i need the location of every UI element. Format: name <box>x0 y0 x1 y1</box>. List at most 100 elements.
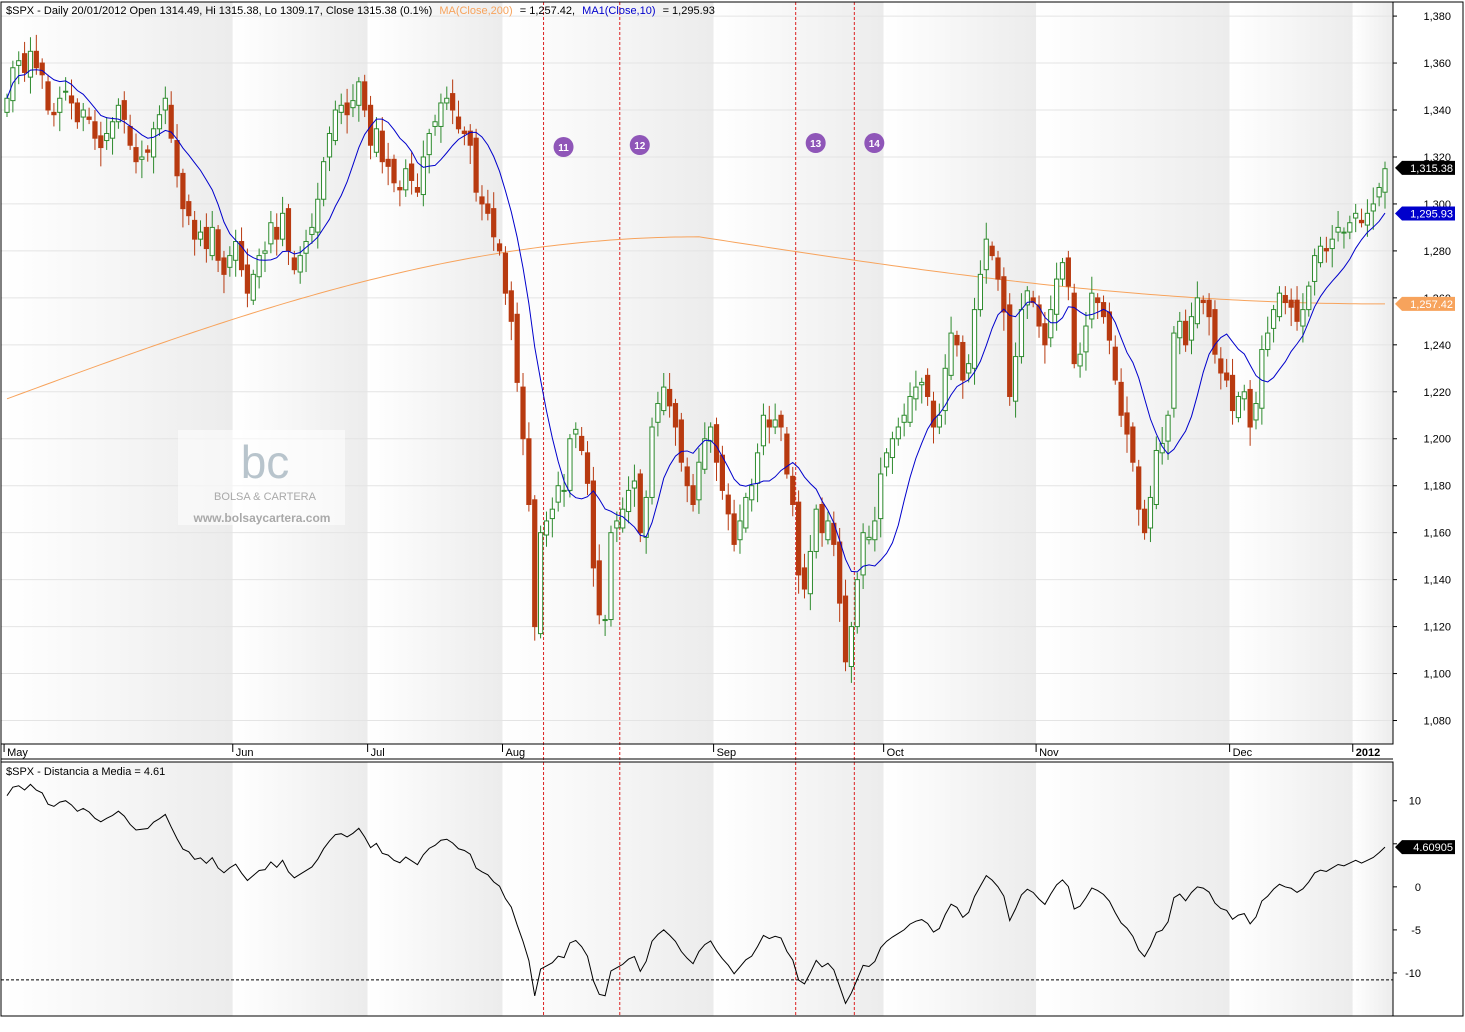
candle-body <box>391 158 397 184</box>
price-tick-label: 1,120 <box>1423 622 1451 634</box>
candle-body <box>197 231 204 240</box>
candle-body <box>1253 403 1259 421</box>
candle-body <box>133 147 139 163</box>
month-band <box>1229 762 1353 1016</box>
candle-body <box>39 62 45 76</box>
candle-body <box>895 426 901 440</box>
candle-body <box>473 137 479 193</box>
candle-body <box>907 395 913 423</box>
candle-body <box>848 626 855 668</box>
candle-body <box>567 438 573 491</box>
main-header: $SPX - Daily 20/01/2012 Open 1314.49, Hi… <box>6 5 715 17</box>
candle-body <box>930 400 937 428</box>
candle-body <box>233 241 239 261</box>
candle-body <box>1171 332 1177 409</box>
candle-body <box>1347 222 1353 233</box>
candle-body <box>1048 309 1054 339</box>
osc-tick-label: -10 <box>1405 968 1421 980</box>
candle-body <box>1224 372 1230 381</box>
candle-body <box>1077 353 1083 367</box>
price-tick-label: 1,140 <box>1423 575 1451 587</box>
candle-body <box>901 414 907 423</box>
candle-body <box>889 438 896 459</box>
candle-body <box>532 499 538 628</box>
candle-body <box>403 168 409 191</box>
candle-body <box>678 419 684 463</box>
candle-body <box>573 428 579 435</box>
date-tick-label: May <box>7 747 28 759</box>
candle-body <box>1376 187 1382 198</box>
watermark-mark: bc <box>241 436 290 488</box>
candle-body <box>1194 297 1200 325</box>
watermark-brand: BOLSA & CARTERA <box>214 491 317 503</box>
candle-body <box>1335 226 1341 233</box>
candle-body <box>262 250 268 254</box>
date-tick-label: Aug <box>505 747 525 759</box>
candle-body <box>520 386 526 440</box>
candle-body <box>309 226 315 235</box>
date-axis: May Jun Jul Aug Sep Oct Nov Dec 2012 <box>1 744 1393 760</box>
candle-body <box>203 226 209 250</box>
candle-body <box>878 473 884 520</box>
candle-body <box>690 485 696 505</box>
month-band <box>1352 2 1393 744</box>
candle-body <box>1106 311 1113 341</box>
month-band <box>1036 2 1230 744</box>
candle-body <box>1112 346 1118 381</box>
month-band <box>4 762 233 1016</box>
header-ma10-value: = 1,295.93 <box>663 5 715 17</box>
candle-body <box>655 403 661 423</box>
candle-body <box>491 208 497 238</box>
candle-body <box>1282 295 1288 304</box>
candle-body <box>285 208 292 252</box>
candle-body <box>385 158 391 167</box>
candle-body <box>426 132 432 156</box>
candle-body <box>221 257 227 275</box>
candle-body <box>1288 299 1294 308</box>
candle-body <box>274 226 280 240</box>
candle-body <box>872 520 878 541</box>
candle-body <box>1165 414 1171 442</box>
candle-body <box>1317 245 1324 264</box>
price-axis: 1,080 1,100 1,120 1,140 1,160 1,180 1,200 1,220… <box>1393 11 1451 728</box>
event-marker-label: 11 <box>558 143 569 154</box>
candle-body <box>1370 203 1376 212</box>
candle-body <box>256 255 262 278</box>
candle-body <box>1036 304 1042 327</box>
candle-body <box>1188 316 1195 341</box>
candle-body <box>1042 323 1048 346</box>
month-band <box>502 2 714 744</box>
candle-body <box>1300 309 1306 327</box>
candle-body <box>1136 466 1142 510</box>
price-tick-label: 1,180 <box>1423 481 1451 493</box>
candle-body <box>608 532 614 621</box>
candle-body <box>150 128 157 158</box>
price-tick-label: 1,200 <box>1423 434 1451 446</box>
candle-body <box>1358 219 1365 224</box>
candle-body <box>514 313 520 383</box>
candle-body <box>1095 297 1101 304</box>
candle-body <box>1130 426 1136 463</box>
candle-body <box>362 81 368 111</box>
candle-body <box>1265 332 1271 351</box>
candle-body <box>338 104 344 113</box>
candle-body <box>1276 292 1283 318</box>
month-band <box>883 762 1037 1016</box>
candle-body <box>1124 412 1130 435</box>
candle-body <box>162 97 168 111</box>
candle-body <box>602 619 608 622</box>
candle-body <box>989 245 995 257</box>
candle-body <box>754 452 761 484</box>
candle-body <box>367 104 374 146</box>
event-marker-label: 14 <box>869 139 881 150</box>
candle-body <box>866 536 872 541</box>
candle-body <box>778 414 784 428</box>
candle-body <box>1065 257 1071 287</box>
month-band <box>502 762 714 1016</box>
candle-body <box>1329 238 1335 250</box>
candle-body <box>1083 325 1089 353</box>
candle-body <box>27 50 34 78</box>
candle-body <box>1229 374 1236 412</box>
month-band <box>1036 762 1230 1016</box>
candle-body <box>643 496 649 538</box>
